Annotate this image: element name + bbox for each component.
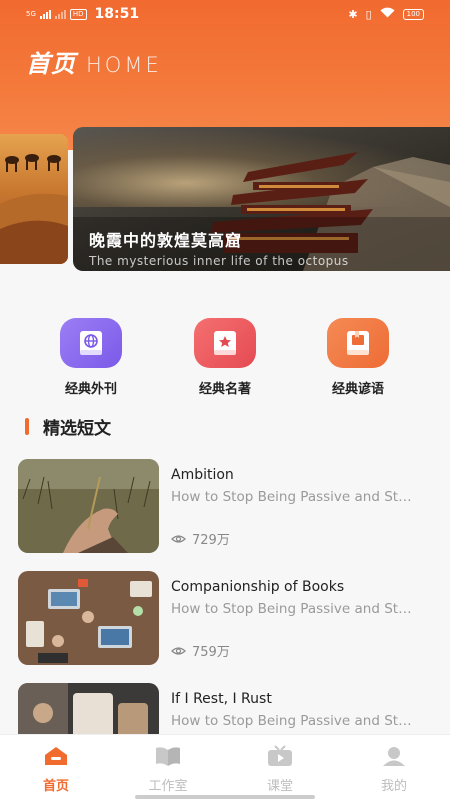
article-item[interactable]: Ambition How to Stop Being Passive and S… <box>18 459 438 553</box>
category-foreign-journals[interactable]: 经典外刊 <box>41 318 141 397</box>
section-title: 精选短文 <box>43 419 111 439</box>
bluetooth-icon: ✱ <box>348 7 358 21</box>
vibrate-icon: ▯ <box>365 7 372 21</box>
page-title-en: HOME <box>86 53 162 77</box>
category-label: 经典名著 <box>198 382 251 397</box>
article-title: Ambition <box>171 467 234 483</box>
article-desc: How to Stop Being Passive and Start Livi… <box>171 601 416 617</box>
tab-me[interactable]: 我的 <box>354 745 434 794</box>
eye-icon <box>171 646 186 655</box>
signal-2-icon <box>54 9 66 19</box>
category-label: 经典外刊 <box>64 382 117 397</box>
section-header: 精选短文 <box>25 414 111 439</box>
tab-classroom[interactable]: 课堂 <box>240 745 320 794</box>
article-thumbnail <box>18 571 159 665</box>
wifi-icon <box>380 7 395 21</box>
status-bar: 5G HD 18:51 ✱ ▯ 100 <box>0 0 450 28</box>
category-classics[interactable]: 经典名著 <box>175 318 275 397</box>
article-views: 729万 <box>171 529 230 548</box>
home-indicator <box>135 795 315 799</box>
page-title: 首页 HOME <box>26 44 162 79</box>
tab-label: 我的 <box>380 779 407 794</box>
signal-icon <box>39 9 51 19</box>
article-title: If I Rest, I Rust <box>171 691 272 707</box>
globe-book-icon <box>60 318 122 368</box>
article-views: 759万 <box>171 641 230 660</box>
open-book-icon <box>156 747 180 766</box>
article-item[interactable]: Companionship of Books How to Stop Being… <box>18 571 438 665</box>
view-count: 729万 <box>192 533 230 548</box>
banner-prev-slide[interactable] <box>0 134 68 264</box>
signal-type: 5G <box>26 9 36 18</box>
tab-label: 工作室 <box>148 779 188 794</box>
article-desc: How to Stop Being Passive and Start Livi… <box>171 489 416 505</box>
view-count: 759万 <box>192 645 230 660</box>
eye-icon <box>171 534 186 543</box>
category-row: 经典外刊 经典名著 经典谚语 <box>0 318 450 398</box>
banner-subtitle: The mysterious inner life of the octopus <box>89 254 349 268</box>
status-time: 18:51 <box>94 6 140 22</box>
section-accent-bar <box>25 418 29 435</box>
bottom-tab-bar: 首页 工作室 课堂 我的 <box>0 734 450 800</box>
tv-play-icon <box>268 745 292 766</box>
tab-label: 首页 <box>42 779 69 794</box>
tab-studio[interactable]: 工作室 <box>128 745 208 794</box>
article-desc: How to Stop Being Passive and Start Livi… <box>171 713 416 729</box>
user-icon <box>383 747 405 766</box>
tab-label: 课堂 <box>266 779 293 794</box>
home-icon <box>45 747 67 765</box>
battery-icon: 100 <box>402 8 424 20</box>
desert-camels-image <box>0 154 68 264</box>
article-thumbnail <box>18 459 159 553</box>
star-book-icon <box>194 318 256 368</box>
category-proverbs[interactable]: 经典谚语 <box>308 318 408 397</box>
banner-slide[interactable]: 晚霞中的敦煌莫高窟 The mysterious inner life of t… <box>73 127 450 271</box>
bookmark-book-icon <box>327 318 389 368</box>
tab-home[interactable]: 首页 <box>16 745 96 794</box>
category-label: 经典谚语 <box>331 382 384 397</box>
hd-badge: HD <box>69 8 87 20</box>
banner-title: 晚霞中的敦煌莫高窟 <box>89 231 243 250</box>
article-title: Companionship of Books <box>171 579 345 595</box>
page-title-cn: 首页 <box>26 50 76 78</box>
